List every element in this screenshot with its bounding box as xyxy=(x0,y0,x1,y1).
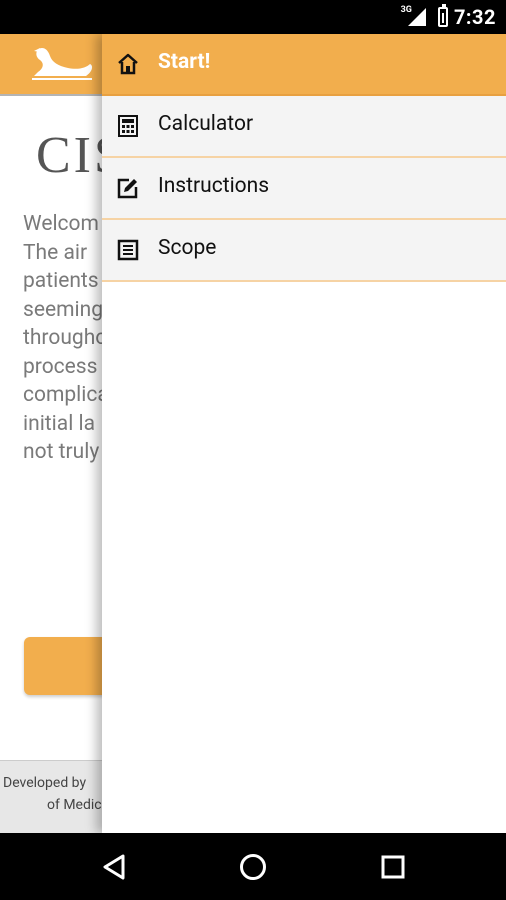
drawer-item-instructions[interactable]: Instructions xyxy=(102,158,506,220)
network-type: 3G xyxy=(400,5,412,15)
app-screen: CIS Welcom The air patients seeming thro… xyxy=(0,34,506,833)
back-icon xyxy=(103,854,125,879)
back-button[interactable] xyxy=(74,833,154,900)
home-circle-icon xyxy=(240,853,266,880)
drawer-item-scope[interactable]: Scope xyxy=(102,220,506,282)
drawer-item-label: Calculator xyxy=(158,112,254,136)
drawer-menu: Start! Calculator Instructions Scope xyxy=(102,34,506,282)
footer-credit-line1: Developed by xyxy=(3,775,87,791)
battery-icon xyxy=(437,4,448,27)
system-nav-bar xyxy=(0,833,506,900)
navigation-drawer: Start! Calculator Instructions Scope xyxy=(102,34,506,833)
swan-logo-icon xyxy=(32,48,93,80)
drawer-item-label: Start! xyxy=(158,50,211,74)
footer-credit-line2: of Medic xyxy=(47,797,102,813)
calculator-icon xyxy=(118,115,138,137)
home-button[interactable] xyxy=(213,833,293,900)
clock: 7:32 xyxy=(453,5,496,29)
recents-button[interactable] xyxy=(353,833,433,900)
drawer-item-start[interactable]: Start! xyxy=(102,34,506,96)
home-icon xyxy=(118,53,138,75)
drawer-item-label: Instructions xyxy=(158,174,270,198)
document-icon xyxy=(117,239,139,261)
edit-icon xyxy=(117,178,138,199)
status-bar: 3G 7:32 xyxy=(0,0,506,34)
drawer-item-calculator[interactable]: Calculator xyxy=(102,96,506,158)
drawer-item-label: Scope xyxy=(158,236,217,260)
recents-icon xyxy=(381,855,405,878)
